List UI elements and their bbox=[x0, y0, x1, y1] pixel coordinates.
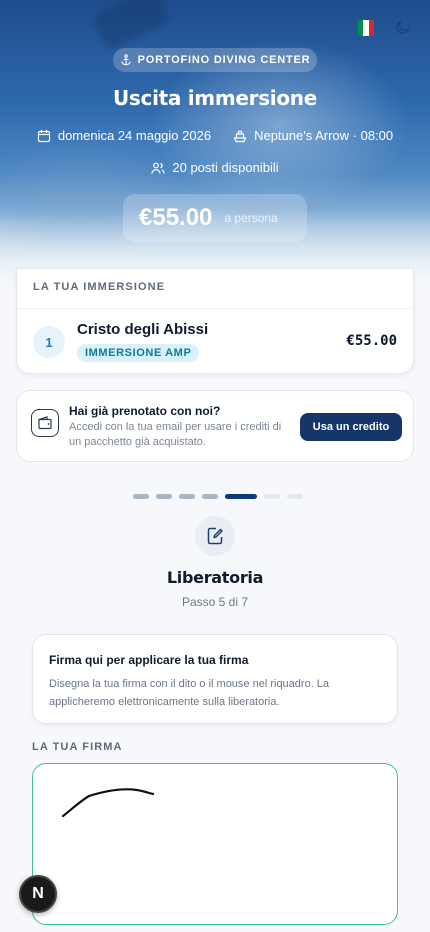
italian-flag-icon[interactable] bbox=[358, 20, 374, 36]
dive-price: €55.00 bbox=[346, 333, 397, 349]
signature-stroke bbox=[61, 788, 155, 818]
progress-step-6 bbox=[264, 494, 280, 499]
dev-tools-badge[interactable]: N bbox=[19, 875, 57, 913]
signature-instructions-title: Firma qui per applicare la tua firma bbox=[49, 653, 249, 667]
users-icon bbox=[151, 162, 165, 174]
trip-boat: Neptune's Arrow · 08:00 bbox=[233, 128, 393, 143]
dark-mode-moon-icon[interactable] bbox=[394, 20, 410, 36]
step-counter: Passo 5 di 7 bbox=[181, 595, 249, 609]
step-title: Liberatoria bbox=[166, 568, 264, 587]
signature-instructions-card: Firma qui per applicare la tua firma Dis… bbox=[32, 634, 398, 724]
wallet-icon bbox=[31, 409, 59, 437]
diving-center-name: PORTOFINO DIVING CENTER bbox=[137, 54, 311, 66]
trip-date-text: domenica 24 maggio 2026 bbox=[57, 128, 212, 143]
diver-silhouette bbox=[91, 0, 171, 52]
trip-boat-text: Neptune's Arrow · 08:00 bbox=[254, 128, 394, 143]
price-unit: a persona bbox=[224, 211, 278, 225]
signature-pad[interactable] bbox=[32, 763, 398, 925]
progress-step-7 bbox=[287, 494, 303, 499]
anchor-icon bbox=[120, 54, 131, 66]
dive-name: Cristo degli Abissi bbox=[77, 321, 209, 338]
signature-instructions-text: Disegna la tua firma con il dito o il mo… bbox=[49, 678, 330, 708]
credit-title: Hai già prenotato con noi? bbox=[69, 404, 221, 418]
trip-meta-row: domenica 24 maggio 2026 Neptune's Arrow … bbox=[0, 128, 430, 143]
price-amount: €55.00 bbox=[139, 204, 213, 231]
progress-step-4 bbox=[202, 494, 218, 499]
dive-number: 1 bbox=[33, 326, 65, 358]
your-dive-header: LA TUA IMMERSIONE bbox=[17, 269, 413, 309]
diving-center-badge: PORTOFINO DIVING CENTER bbox=[113, 48, 317, 72]
trip-seats-text: 20 posti disponibili bbox=[172, 160, 279, 175]
credit-subtitle: Accedi con la tua email per usare i cred… bbox=[69, 421, 282, 448]
signature-label: LA TUA FIRMA bbox=[32, 741, 123, 753]
your-dive-card: LA TUA IMMERSIONE 1 Cristo degli Abissi … bbox=[16, 268, 414, 374]
dive-type-badge: IMMERSIONE AMP bbox=[77, 344, 200, 362]
progress-step-5 bbox=[225, 494, 257, 499]
progress-step-3 bbox=[179, 494, 195, 499]
trip-seats-row: 20 posti disponibili bbox=[0, 160, 430, 175]
progress-step-1 bbox=[133, 494, 149, 499]
step-progress-bar bbox=[133, 494, 303, 499]
use-credit-button[interactable]: Usa un credito bbox=[300, 413, 402, 441]
use-credit-card: Hai già prenotato con noi? Accedi con la… bbox=[16, 390, 414, 462]
price-badge: €55.00 a persona bbox=[123, 194, 307, 242]
page-title: Uscita immersione bbox=[112, 86, 318, 110]
progress-step-2 bbox=[156, 494, 172, 499]
dive-list-item: 1 Cristo degli Abissi IMMERSIONE AMP €55… bbox=[17, 309, 413, 375]
hero-banner: PORTOFINO DIVING CENTER Uscita immersion… bbox=[0, 0, 430, 290]
trip-date: domenica 24 maggio 2026 bbox=[37, 128, 211, 143]
calendar-icon bbox=[37, 129, 50, 142]
boat-icon bbox=[233, 130, 247, 142]
trip-seats: 20 posti disponibili bbox=[151, 160, 279, 175]
document-signature-icon bbox=[195, 516, 235, 556]
